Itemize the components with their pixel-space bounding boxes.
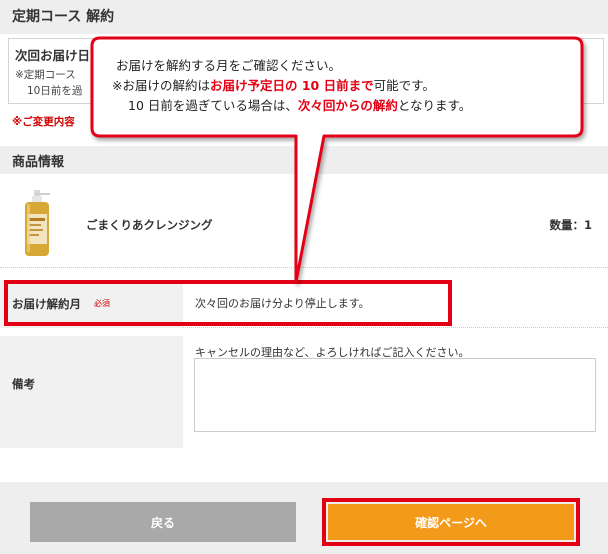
footer-actions: 戻る 確認ページへ <box>0 482 608 554</box>
product-section-heading: 商品情報 <box>0 146 608 174</box>
callout-next-next-emphasis: 次々回からの解約 <box>297 98 398 113</box>
next-delivery-note: ※定期コース <box>15 69 76 81</box>
callout-line-2-start: ※お届けの解約は <box>112 78 210 93</box>
next-delivery-note-2: 10日前を過 <box>27 85 83 97</box>
callout-line-2: ※お届けの解約はお届け予定日の 10 日前まで可能です。 <box>96 76 580 96</box>
product-bottle-icon <box>25 190 50 256</box>
product-name: ごまくりあクレンジング <box>86 218 213 232</box>
back-button[interactable]: 戻る <box>30 502 296 542</box>
memo-label-cell: 備考 <box>0 336 183 448</box>
confirm-button[interactable]: 確認ページへ <box>328 504 574 540</box>
callout-line-3-start: 10 日前を過ぎている場合は、 <box>128 98 298 113</box>
memo-row: 備考 キャンセルの理由など、よろしければご記入ください。 <box>0 336 608 448</box>
change-warning-note: ※ご変更内容 <box>12 116 75 128</box>
delivery-month-highlight <box>4 280 452 326</box>
page-title: 定期コース 解約 <box>12 9 115 25</box>
callout-message: お届けを解約する月をご確認ください。 ※お届けの解約はお届け予定日の 10 日前… <box>96 56 580 116</box>
callout-line-1: お届けを解約する月をご確認ください。 <box>116 58 342 73</box>
memo-textarea[interactable] <box>194 358 596 432</box>
callout-line-2-end: 可能です。 <box>373 78 435 93</box>
product-quantity: 数量：1 <box>549 218 592 232</box>
page-header: 定期コース 解約 <box>0 0 608 34</box>
callout-deadline-emphasis: お届け予定日の 10 日前まで <box>209 78 374 93</box>
memo-label: 備考 <box>12 377 35 391</box>
callout-line-3-end: となります。 <box>397 98 472 113</box>
product-row: ごまくりあクレンジング 数量：1 <box>0 184 608 268</box>
section-title: 商品情報 <box>12 155 65 170</box>
callout-line-3: 10 日前を過ぎている場合は、次々回からの解約となります。 <box>96 96 580 116</box>
next-delivery-title: 次回お届け日 <box>15 48 91 63</box>
